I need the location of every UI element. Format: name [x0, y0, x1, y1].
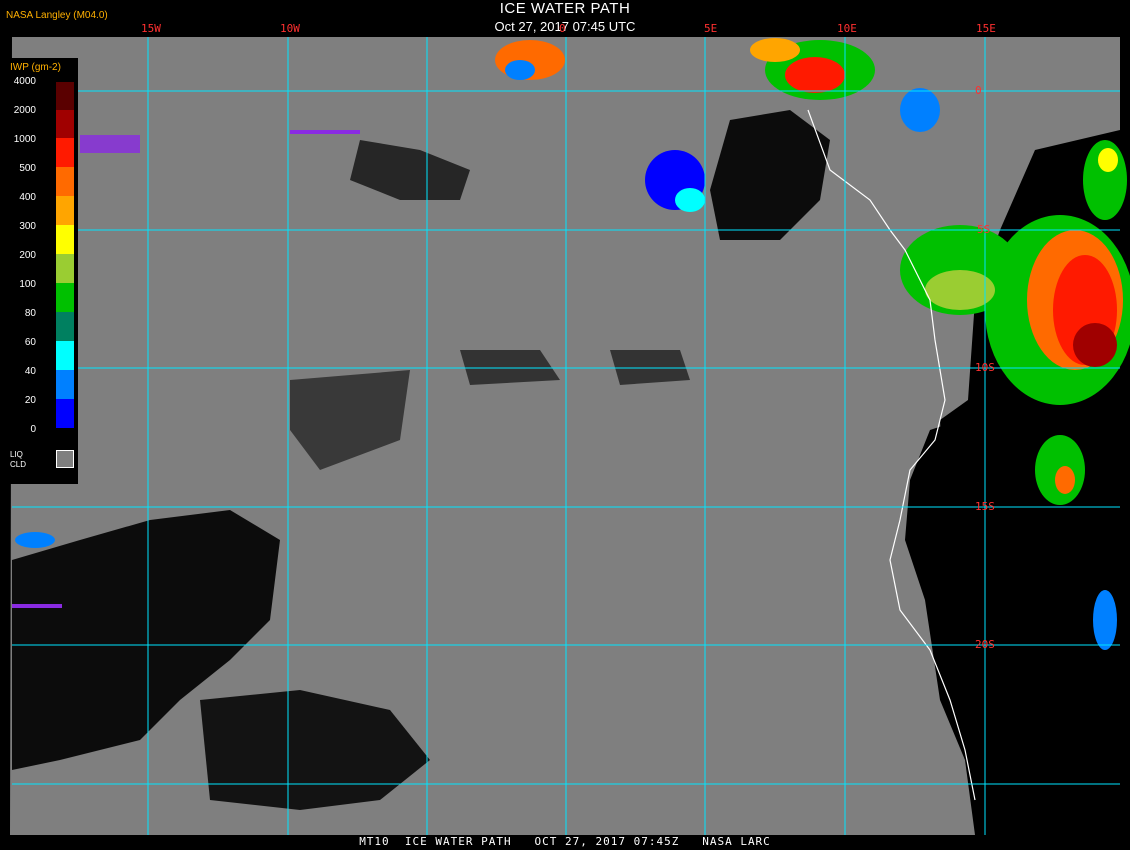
lat-label-0: 0 [975, 84, 982, 97]
legend-level: 40 [24, 366, 36, 377]
legend-cld-label: CLD [10, 460, 27, 469]
lat-label-5s: 5S [977, 223, 991, 236]
legend-level: 100 [19, 279, 36, 290]
lon-label-15e: 15E [976, 22, 996, 35]
map-title: ICE WATER PATH [499, 0, 631, 17]
legend-level: 4000 [13, 76, 36, 87]
footer-caption: MT10 ICE WATER PATH OCT 27, 2017 07:45Z … [359, 835, 771, 848]
legend-level: 20 [24, 395, 36, 406]
legend-level: 1000 [13, 134, 36, 145]
lon-label-10w: 10W [280, 22, 300, 35]
lon-label-15w: 15W [141, 22, 161, 35]
legend-swatch [56, 110, 74, 138]
legend-swatch [56, 82, 74, 110]
satellite-map [0, 0, 1130, 850]
legend-swatch [56, 399, 74, 428]
legend-level: 2000 [13, 105, 36, 116]
legend-swatch [56, 225, 74, 254]
legend-swatch [56, 196, 74, 225]
legend-title: IWP (gm-2) [10, 62, 61, 73]
legend-liq-label: LIQ [10, 450, 23, 459]
lat-label-20s: 20S [975, 638, 995, 651]
legend-liquid-cloud-swatch [56, 450, 74, 468]
legend-level: 400 [19, 192, 36, 203]
legend-level: 500 [19, 163, 36, 174]
lat-label-10s: 10S [975, 361, 995, 374]
legend-swatch [56, 283, 74, 312]
legend-swatch [56, 370, 74, 399]
lon-label-0: 0 [559, 22, 566, 35]
legend-level: 80 [24, 308, 36, 319]
legend-swatch [56, 312, 74, 341]
legend-swatch [56, 138, 74, 167]
lon-label-10e: 10E [837, 22, 857, 35]
lon-label-5e: 5E [704, 22, 718, 35]
legend-swatch [56, 254, 74, 283]
legend-swatch [56, 167, 74, 196]
legend-level: 300 [19, 221, 36, 232]
legend-level: 200 [19, 250, 36, 261]
color-legend: IWP (gm-2) 4000 2000 1000 500 400 300 20… [6, 58, 78, 484]
legend-swatch [56, 341, 74, 370]
org-label: NASA Langley (M04.0) [6, 10, 108, 21]
legend-level: 60 [24, 337, 36, 348]
lat-label-15s: 15S [975, 500, 995, 513]
legend-level: 0 [30, 424, 36, 435]
